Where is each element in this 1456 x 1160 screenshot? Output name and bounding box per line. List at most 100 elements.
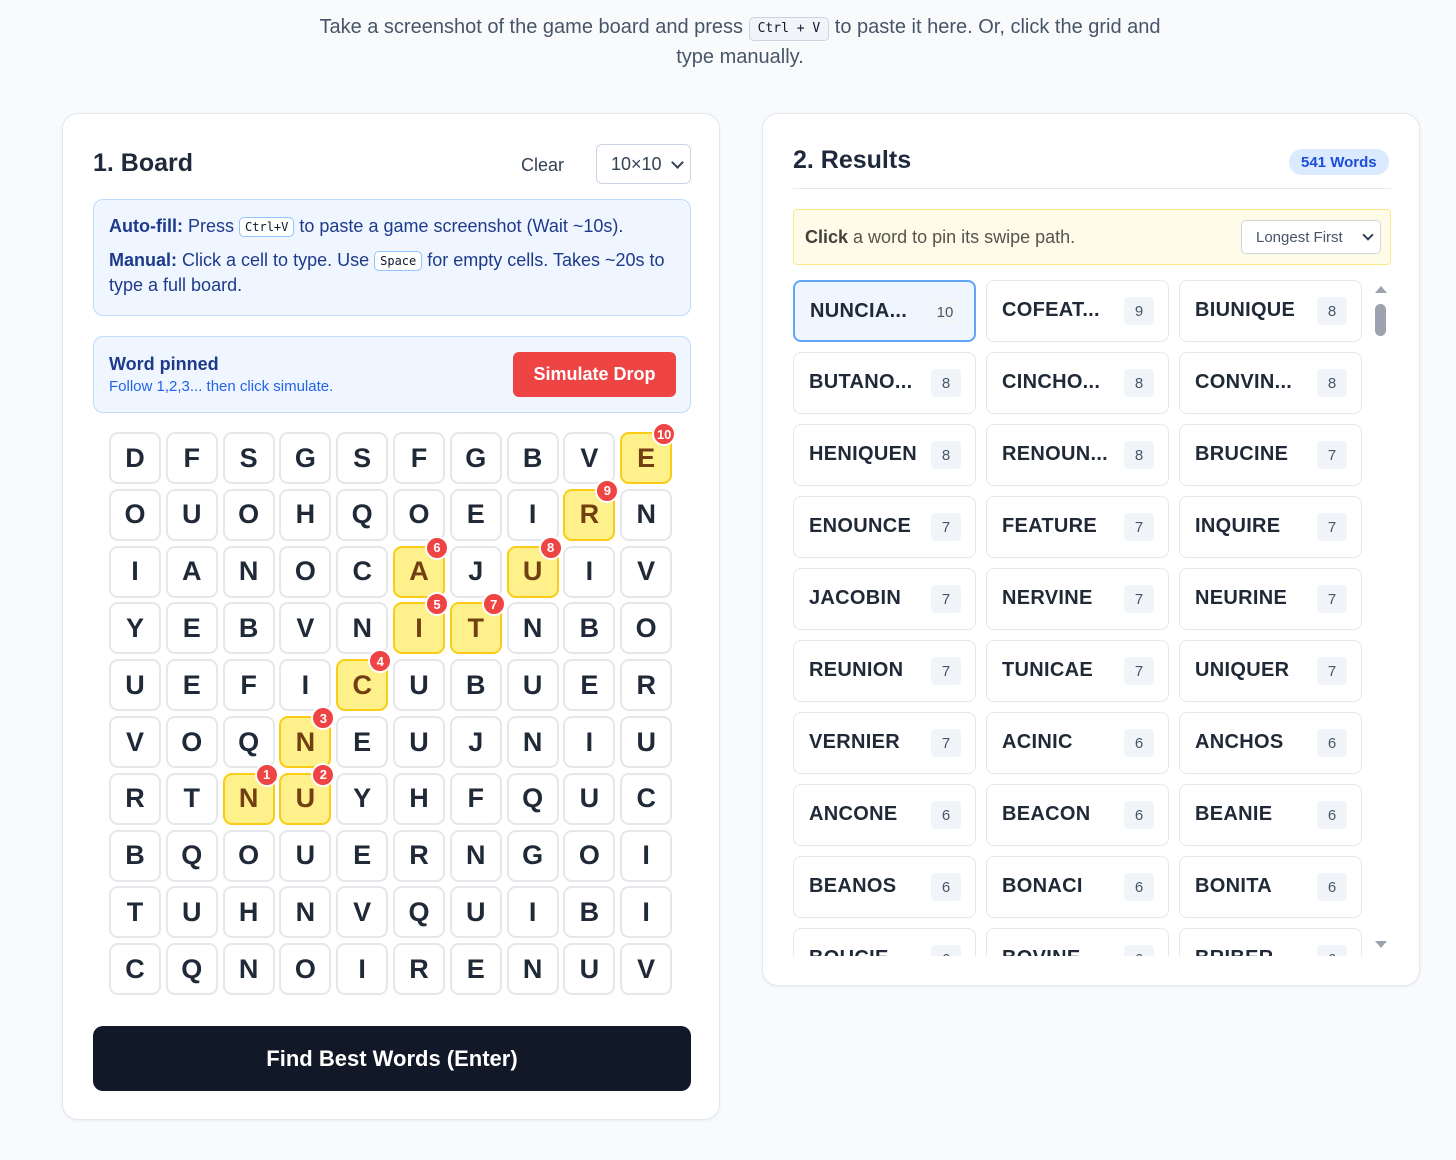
- word-result-card[interactable]: CINCHO... 8: [986, 352, 1169, 414]
- grid-cell[interactable]: V: [620, 943, 673, 996]
- grid-cell[interactable]: N: [336, 602, 389, 655]
- grid-cell[interactable]: E: [165, 659, 218, 712]
- word-result-card[interactable]: BONITA 6: [1179, 856, 1362, 918]
- grid-cell[interactable]: F: [165, 432, 218, 484]
- grid-cell[interactable]: E: [336, 829, 389, 882]
- grid-cell[interactable]: O: [393, 488, 445, 541]
- grid-cell[interactable]: G: [506, 829, 559, 882]
- grid-cell[interactable]: I: [109, 545, 161, 598]
- grid-cell[interactable]: R: [109, 772, 161, 825]
- grid-cell[interactable]: B: [563, 886, 616, 939]
- scroll-up-arrow-icon[interactable]: [1375, 286, 1387, 293]
- grid-cell[interactable]: U: [393, 716, 445, 768]
- grid-cell[interactable]: H: [393, 772, 445, 825]
- grid-cell[interactable]: Q: [165, 943, 218, 996]
- grid-cell[interactable]: U: [165, 886, 218, 939]
- grid-cell[interactable]: O: [109, 488, 161, 541]
- grid-cell[interactable]: N: [222, 943, 275, 996]
- grid-cell[interactable]: B: [506, 432, 559, 484]
- grid-cell[interactable]: U: [393, 659, 445, 712]
- word-result-card[interactable]: CONVIN... 8: [1179, 352, 1362, 414]
- clear-button[interactable]: Clear: [505, 152, 580, 178]
- grid-cell[interactable]: D: [109, 432, 161, 484]
- grid-cell[interactable]: I: [563, 716, 616, 768]
- grid-cell[interactable]: C: [620, 772, 673, 825]
- grid-cell[interactable]: E: [449, 488, 502, 541]
- grid-cell[interactable]: F: [449, 772, 502, 825]
- grid-cell[interactable]: V: [336, 886, 389, 939]
- grid-cell[interactable]: O: [222, 829, 275, 882]
- grid-cell[interactable]: R: [393, 943, 445, 996]
- word-result-card[interactable]: BONACI 6: [986, 856, 1169, 918]
- grid-cell[interactable]: U: [449, 886, 502, 939]
- board-size-select[interactable]: 10×10: [596, 144, 691, 184]
- grid-cell[interactable]: Y: [109, 602, 161, 655]
- word-result-card[interactable]: BIUNIQUE 8: [1179, 280, 1362, 342]
- grid-cell[interactable]: Q: [165, 829, 218, 882]
- grid-cell[interactable]: I: [620, 829, 673, 882]
- grid-cell[interactable]: H: [222, 886, 275, 939]
- grid-cell[interactable]: U: [165, 488, 218, 541]
- grid-cell[interactable]: T: [165, 772, 218, 825]
- grid-cell[interactable]: S: [222, 432, 275, 484]
- grid-cell[interactable]: G: [449, 432, 502, 484]
- grid-cell[interactable]: N: [279, 886, 332, 939]
- grid-cell[interactable]: E: [336, 716, 389, 768]
- word-result-card[interactable]: ANCHOS 6: [1179, 712, 1362, 774]
- grid-cell[interactable]: E: [563, 659, 616, 712]
- grid-cell[interactable]: E: [165, 602, 218, 655]
- word-result-card[interactable]: BUTANO... 8: [793, 352, 976, 414]
- results-list[interactable]: NUNCIA... 10 COFEAT... 9 BIUNIQUE 8 BUTANO... 8…: [793, 280, 1375, 956]
- grid-cell[interactable]: N: [506, 602, 559, 655]
- find-best-words-button[interactable]: Find Best Words (Enter): [93, 1026, 691, 1091]
- word-result-card[interactable]: BRIBER6: [1179, 928, 1362, 956]
- grid-cell[interactable]: J: [449, 545, 502, 598]
- grid-cell[interactable]: V: [563, 432, 616, 484]
- grid-cell[interactable]: B: [563, 602, 616, 655]
- word-result-card[interactable]: VERNIER 7: [793, 712, 976, 774]
- grid-cell[interactable]: Q: [506, 772, 559, 825]
- grid-cell[interactable]: O: [563, 829, 616, 882]
- scroll-down-arrow-icon[interactable]: [1375, 941, 1387, 948]
- grid-cell[interactable]: R: [620, 659, 673, 712]
- grid-cell[interactable]: C: [336, 545, 389, 598]
- word-result-card[interactable]: BEANIE 6: [1179, 784, 1362, 846]
- grid-cell[interactable]: V: [109, 716, 161, 768]
- grid-cell[interactable]: N: [506, 716, 559, 768]
- grid-cell[interactable]: I: [506, 488, 559, 541]
- word-result-card[interactable]: REUNION 7: [793, 640, 976, 702]
- grid-cell[interactable]: U: [279, 829, 332, 882]
- grid-cell[interactable]: S: [336, 432, 389, 484]
- sort-order-select[interactable]: Longest First: [1241, 220, 1381, 254]
- grid-cell[interactable]: Q: [222, 716, 275, 768]
- grid-cell[interactable]: B: [109, 829, 161, 882]
- word-result-card[interactable]: BEACON 6: [986, 784, 1169, 846]
- word-result-card[interactable]: JACOBIN 7: [793, 568, 976, 630]
- simulate-drop-button[interactable]: Simulate Drop: [513, 352, 676, 397]
- word-result-card[interactable]: BEANOS 6: [793, 856, 976, 918]
- word-result-card[interactable]: NERVINE 7: [986, 568, 1169, 630]
- grid-cell[interactable]: V: [620, 545, 673, 598]
- grid-cell[interactable]: E: [449, 943, 502, 996]
- word-result-card[interactable]: TUNICAE 7: [986, 640, 1169, 702]
- word-result-card[interactable]: BRUCINE 7: [1179, 424, 1362, 486]
- grid-cell[interactable]: R: [393, 829, 445, 882]
- word-result-card[interactable]: RENOUN... 8: [986, 424, 1169, 486]
- grid-cell[interactable]: J: [449, 716, 502, 768]
- grid-cell[interactable]: F: [393, 432, 445, 484]
- grid-cell[interactable]: U: [109, 659, 161, 712]
- grid-cell[interactable]: Q: [336, 488, 389, 541]
- word-result-card[interactable]: BOVINE6: [986, 928, 1169, 956]
- grid-cell[interactable]: U: [620, 716, 673, 768]
- grid-cell[interactable]: A: [165, 545, 218, 598]
- grid-cell[interactable]: V: [279, 602, 332, 655]
- grid-cell[interactable]: O: [165, 716, 218, 768]
- word-result-card[interactable]: NEURINE 7: [1179, 568, 1362, 630]
- grid-cell[interactable]: I: [279, 659, 332, 712]
- grid-cell[interactable]: Q: [393, 886, 445, 939]
- word-result-card[interactable]: NUNCIA... 10: [793, 280, 976, 342]
- grid-cell[interactable]: O: [279, 943, 332, 996]
- grid-cell[interactable]: I: [620, 886, 673, 939]
- grid-cell[interactable]: U: [563, 772, 616, 825]
- grid-cell[interactable]: O: [620, 602, 673, 655]
